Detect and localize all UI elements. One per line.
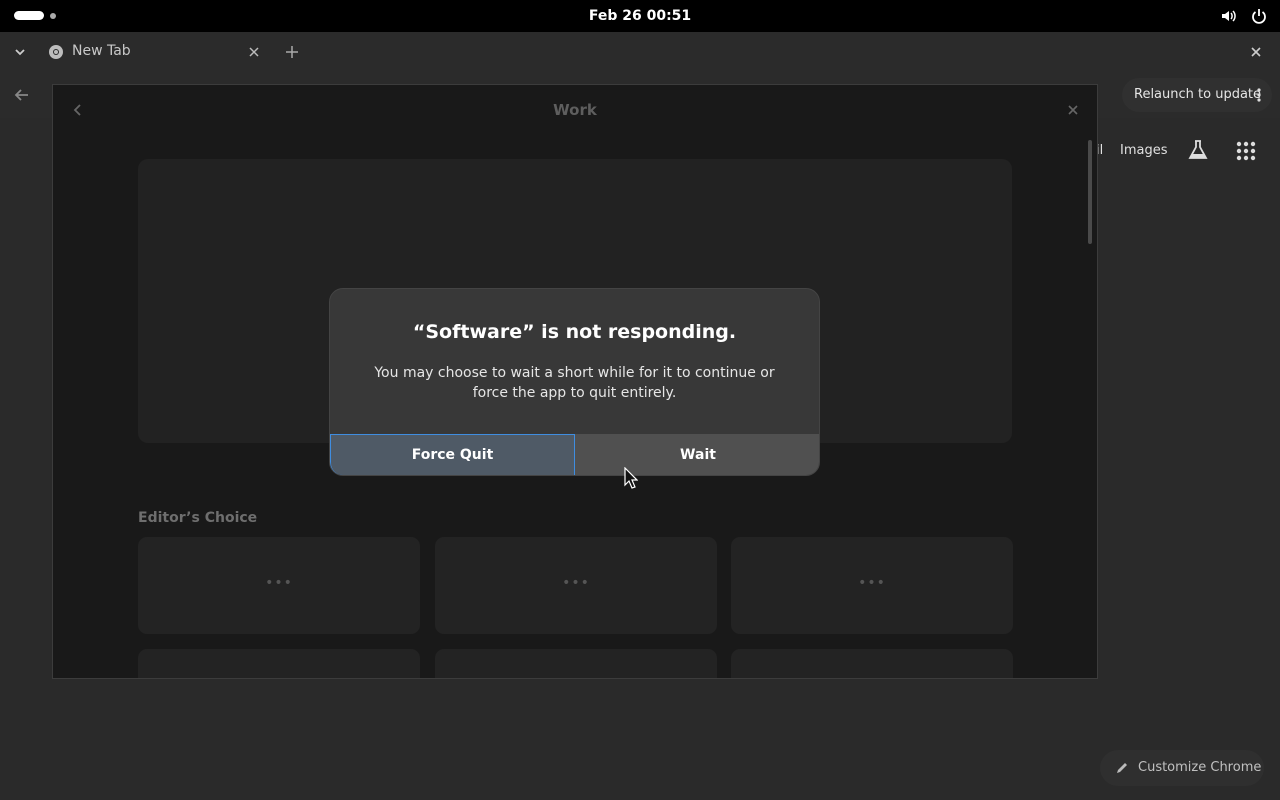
app-card[interactable] <box>731 649 1013 678</box>
new-tab-plus-icon[interactable] <box>282 42 302 62</box>
dialog-body: You may choose to wait a short while for… <box>374 365 775 401</box>
back-arrow-icon[interactable] <box>12 85 32 105</box>
wait-button[interactable]: Wait <box>575 434 819 475</box>
app-card[interactable]: ••• <box>435 537 717 634</box>
software-title: Work <box>553 101 597 119</box>
loading-dots: ••• <box>858 575 886 591</box>
tab-strip: New Tab <box>0 32 1280 72</box>
app-card[interactable]: ••• <box>138 537 420 634</box>
tab-search-chevron-down-icon[interactable] <box>10 42 30 62</box>
apps-grid-icon[interactable] <box>1235 140 1257 162</box>
relaunch-to-update-button[interactable]: Relaunch to update <box>1122 78 1272 112</box>
images-link[interactable]: Images <box>1120 143 1168 158</box>
kebab-menu-icon[interactable] <box>1256 87 1262 103</box>
window-close-icon[interactable] <box>1246 42 1266 62</box>
clock[interactable]: Feb 26 00:51 <box>0 0 1280 32</box>
loading-dots: ••• <box>265 575 293 591</box>
mouse-pointer-icon <box>624 466 639 489</box>
not-responding-dialog: “Software” is not responding. You may ch… <box>329 288 820 476</box>
tab-close-icon[interactable] <box>246 44 262 60</box>
section-title: Editor’s Choice <box>138 510 258 526</box>
relaunch-label: Relaunch to update <box>1134 87 1262 102</box>
app-card[interactable] <box>435 649 717 678</box>
force-quit-button[interactable]: Force Quit <box>330 434 575 475</box>
app-card[interactable] <box>138 649 420 678</box>
close-icon[interactable] <box>1065 102 1081 118</box>
tab-title: New Tab <box>72 43 131 59</box>
dialog-title: “Software” is not responding. <box>412 321 737 343</box>
top-bar: Feb 26 00:51 <box>0 0 1280 32</box>
software-headerbar: Work <box>53 85 1097 135</box>
loading-dots: ••• <box>562 575 590 591</box>
chrome-icon <box>48 44 64 60</box>
volume-icon[interactable] <box>1220 7 1238 25</box>
flask-icon[interactable] <box>1186 138 1210 162</box>
power-icon[interactable] <box>1250 7 1268 25</box>
customize-chrome-button[interactable]: Customize Chrome <box>1100 750 1264 786</box>
tab-new-tab[interactable]: New Tab <box>40 36 270 70</box>
app-card[interactable]: ••• <box>731 537 1013 634</box>
pencil-icon <box>1114 760 1130 776</box>
scrollbar[interactable] <box>1088 140 1092 244</box>
customize-label: Customize Chrome <box>1138 760 1262 775</box>
